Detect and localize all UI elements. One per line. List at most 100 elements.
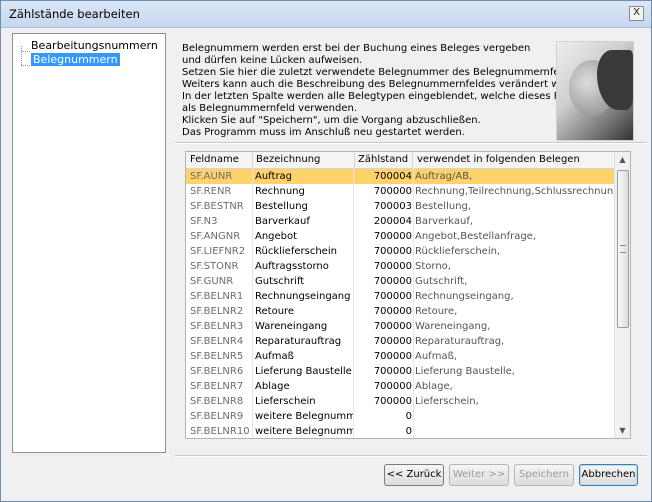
cell-zaehlstand[interactable]: 700000 <box>354 379 412 394</box>
cell-verwendet: Barverkauf, <box>415 216 474 227</box>
table-row[interactable]: SF.BELNR10 weitere Belegnummer 100 <box>186 424 614 438</box>
cell-zaehlstand[interactable]: 700000 <box>354 184 412 199</box>
cell-zaehlstand[interactable]: 200004 <box>354 214 412 229</box>
cell-bezeichnung[interactable]: Angebot <box>255 229 353 244</box>
cell-zaehlstand[interactable]: 700000 <box>354 319 412 334</box>
cell-verwendet <box>415 424 613 438</box>
column-header-bezeichnung[interactable]: Bezeichnung <box>252 152 355 168</box>
cell-feldname: SF.BELNR9 <box>190 411 244 422</box>
scroll-up-arrow-icon[interactable]: ▲ <box>615 152 630 167</box>
table-row[interactable]: SF.LIEFNR2 Rücklieferschein 700000 Rücklief… <box>186 244 614 259</box>
scrollbar-grip <box>620 245 626 253</box>
cell-verwendet: Rücklieferschein, <box>415 246 501 257</box>
cell-feldname: SF.ANGNR <box>190 231 241 242</box>
table-row[interactable]: SF.BELNR1 Rechnungseingang 700000 Rechnungs… <box>186 289 614 304</box>
scroll-down-arrow-icon[interactable]: ▼ <box>615 423 630 438</box>
cell-zaehlstand[interactable]: 700000 <box>354 289 412 304</box>
scrollbar-thumb[interactable] <box>617 170 629 328</box>
cell-bezeichnung[interactable]: weitere Belegnummer 9 <box>255 409 353 424</box>
table-row[interactable]: SF.BELNR6 Lieferung Baustelle 700000 Liefer… <box>186 364 614 379</box>
cell-bezeichnung[interactable]: Ablage <box>255 379 353 394</box>
table-row[interactable]: SF.ANGNR Angebot 700000 Angebot,Bestellanfr… <box>186 229 614 244</box>
cell-bezeichnung[interactable]: Wareneingang <box>255 319 353 334</box>
cell-bezeichnung[interactable]: Rechnungseingang <box>255 289 353 304</box>
counter-table: Feldname Bezeichnung Zählstand verwendet… <box>185 151 631 439</box>
cell-bezeichnung[interactable]: Barverkauf <box>255 214 353 229</box>
column-header-verwendet[interactable]: verwendet in folgenden Belegen <box>413 152 613 168</box>
description-line: Setzen Sie hier die zuletzt verwendete B… <box>182 67 584 78</box>
column-header-zaehlstand[interactable]: Zählstand <box>354 152 413 168</box>
cell-bezeichnung[interactable]: Bestellung <box>255 199 353 214</box>
cell-feldname: SF.BELNR4 <box>190 336 244 347</box>
cell-verwendet: Bestellung, <box>415 201 472 212</box>
save-button[interactable]: Speichern <box>514 464 574 486</box>
next-button[interactable]: Weiter >> <box>449 464 509 486</box>
cell-zaehlstand[interactable]: 0 <box>354 409 412 424</box>
cell-zaehlstand[interactable]: 700000 <box>354 349 412 364</box>
column-divider <box>353 168 354 438</box>
cell-verwendet: Ablage, <box>415 381 453 392</box>
close-button[interactable]: X <box>629 6 644 21</box>
table-row[interactable]: SF.BELNR5 Aufmaß 700000 Aufmaß, <box>186 349 614 364</box>
cancel-button[interactable]: Abbrechen <box>579 464 638 486</box>
divider <box>175 455 647 457</box>
cell-zaehlstand[interactable]: 700000 <box>354 304 412 319</box>
cell-feldname: SF.STONR <box>190 261 239 272</box>
cell-bezeichnung[interactable]: Rücklieferschein <box>255 244 353 259</box>
table-row[interactable]: SF.AUNR Auftrag 700004 Auftrag/AB, <box>186 169 614 184</box>
description-line: Klicken Sie auf "Speichern", um die Vorg… <box>182 115 481 126</box>
title-bar: Zählstände bearbeiten X <box>1 1 651 28</box>
tree-item-belegnummern[interactable]: Belegnummern <box>31 53 120 67</box>
description-line: Weiters kann auch die Beschreibung des B… <box>182 79 592 90</box>
cell-bezeichnung[interactable]: Auftragsstorno <box>255 259 353 274</box>
cell-feldname: SF.BELNR10 <box>190 426 250 437</box>
table-row[interactable]: SF.BELNR3 Wareneingang 700000 Wareneingang, <box>186 319 614 334</box>
cell-verwendet: Retoure, <box>415 306 458 317</box>
column-divider <box>252 168 253 438</box>
back-button[interactable]: << Zurück <box>384 464 444 486</box>
table-row[interactable]: SF.BESTNR Bestellung 700003 Bestellung, <box>186 199 614 214</box>
cell-feldname: SF.BELNR5 <box>190 351 244 362</box>
cell-bezeichnung[interactable]: Gutschrift <box>255 274 353 289</box>
cell-bezeichnung[interactable]: Rechnung <box>255 184 353 199</box>
cell-bezeichnung[interactable]: Reparaturauftrag <box>255 334 353 349</box>
cell-verwendet: Reparaturauftrag, <box>415 336 505 347</box>
cell-bezeichnung[interactable]: Lieferschein <box>255 394 353 409</box>
cell-bezeichnung[interactable]: weitere Belegnummer 10 <box>255 424 353 438</box>
description-line: Das Programm muss im Anschluß neu gestar… <box>182 127 465 138</box>
table-row[interactable]: SF.BELNR7 Ablage 700000 Ablage, <box>186 379 614 394</box>
cell-zaehlstand[interactable]: 0 <box>354 424 412 438</box>
table-header: Feldname Bezeichnung Zählstand verwendet… <box>186 152 614 169</box>
tree-connector <box>21 46 22 65</box>
table-row[interactable]: SF.BELNR8 Lieferschein 700000 Lieferschein, <box>186 394 614 409</box>
cell-feldname: SF.BELNR2 <box>190 306 244 317</box>
vertical-scrollbar[interactable]: ▲ ▼ <box>614 152 630 438</box>
cell-zaehlstand[interactable]: 700000 <box>354 364 412 379</box>
cell-zaehlstand[interactable]: 700000 <box>354 259 412 274</box>
tree-connector <box>21 51 30 52</box>
tree-item-bearbeitungsnummern[interactable]: Bearbeitungsnummern <box>31 39 158 53</box>
cell-zaehlstand[interactable]: 700000 <box>354 244 412 259</box>
table-row[interactable]: SF.BELNR9 weitere Belegnummer 90 <box>186 409 614 424</box>
table-row[interactable]: SF.RENR Rechnung 700000 Rechnung,Teilrechnu… <box>186 184 614 199</box>
table-row[interactable]: SF.BELNR4 Reparaturauftrag 700000 Reparatur… <box>186 334 614 349</box>
table-row[interactable]: SF.STONR Auftragsstorno 700000 Storno, <box>186 259 614 274</box>
cell-zaehlstand[interactable]: 700000 <box>354 274 412 289</box>
table-row[interactable]: SF.BELNR2 Retoure 700000 Retoure, <box>186 304 614 319</box>
cell-zaehlstand[interactable]: 700000 <box>354 334 412 349</box>
table-row[interactable]: SF.GUNR Gutschrift 700000 Gutschrift, <box>186 274 614 289</box>
cell-bezeichnung[interactable]: Aufmaß <box>255 349 353 364</box>
cell-bezeichnung[interactable]: Retoure <box>255 304 353 319</box>
cell-zaehlstand[interactable]: 700004 <box>354 169 412 184</box>
cell-feldname: SF.RENR <box>190 186 232 197</box>
table-row[interactable]: SF.N3 Barverkauf 200004 Barverkauf, <box>186 214 614 229</box>
column-header-feldname[interactable]: Feldname <box>186 152 253 168</box>
cell-verwendet: Storno, <box>415 261 451 272</box>
cell-zaehlstand[interactable]: 700003 <box>354 199 412 214</box>
cell-feldname: SF.BELNR8 <box>190 396 244 407</box>
cell-bezeichnung[interactable]: Lieferung Baustelle <box>255 364 353 379</box>
cell-zaehlstand[interactable]: 700000 <box>354 394 412 409</box>
cell-bezeichnung[interactable]: Auftrag <box>255 169 353 184</box>
cell-verwendet: Aufmaß, <box>415 351 458 362</box>
cell-zaehlstand[interactable]: 700000 <box>354 229 412 244</box>
